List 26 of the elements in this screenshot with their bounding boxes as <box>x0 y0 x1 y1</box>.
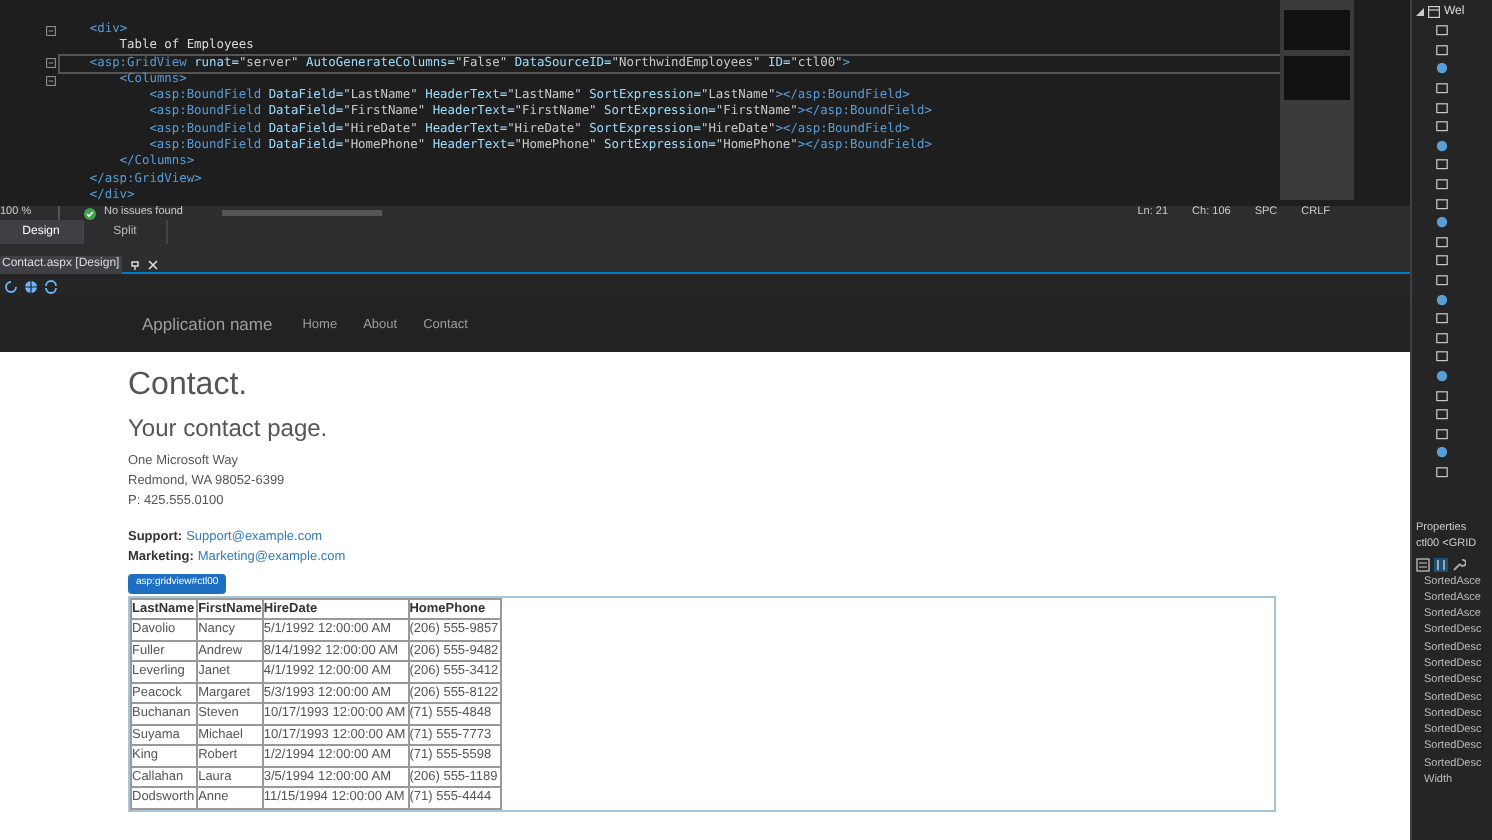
collapse-icon[interactable] <box>46 58 56 69</box>
categorized-icon[interactable] <box>1416 557 1430 571</box>
site-brand[interactable]: Application name <box>142 312 273 338</box>
globe-icon[interactable] <box>24 279 38 293</box>
globe-icon[interactable] <box>1436 216 1448 229</box>
globe-icon[interactable] <box>1436 293 1448 306</box>
refresh-icon[interactable] <box>4 279 18 293</box>
page-heading: Contact. <box>128 368 250 404</box>
close-icon[interactable] <box>147 259 158 269</box>
page-subheading: Your contact page. <box>128 412 330 444</box>
collapse-icon[interactable] <box>46 75 56 86</box>
horizontal-scrollbar[interactable] <box>222 210 383 216</box>
globe-icon[interactable] <box>1436 62 1448 75</box>
wrench-icon[interactable] <box>1452 557 1466 571</box>
globe-icon[interactable] <box>1436 139 1448 152</box>
code-editor[interactable] <box>0 0 1410 206</box>
expanded-arrow-icon[interactable] <box>1416 8 1424 16</box>
collapse-icon[interactable] <box>46 25 56 36</box>
check-icon <box>84 207 96 219</box>
pin-icon[interactable] <box>129 259 140 269</box>
sync-icon[interactable] <box>44 279 58 293</box>
globe-icon[interactable] <box>1436 369 1448 382</box>
sort-icon[interactable] <box>1434 557 1448 571</box>
folder-icon[interactable] <box>1436 465 1448 478</box>
project-icon <box>1428 6 1440 18</box>
globe-icon[interactable] <box>1436 446 1448 459</box>
